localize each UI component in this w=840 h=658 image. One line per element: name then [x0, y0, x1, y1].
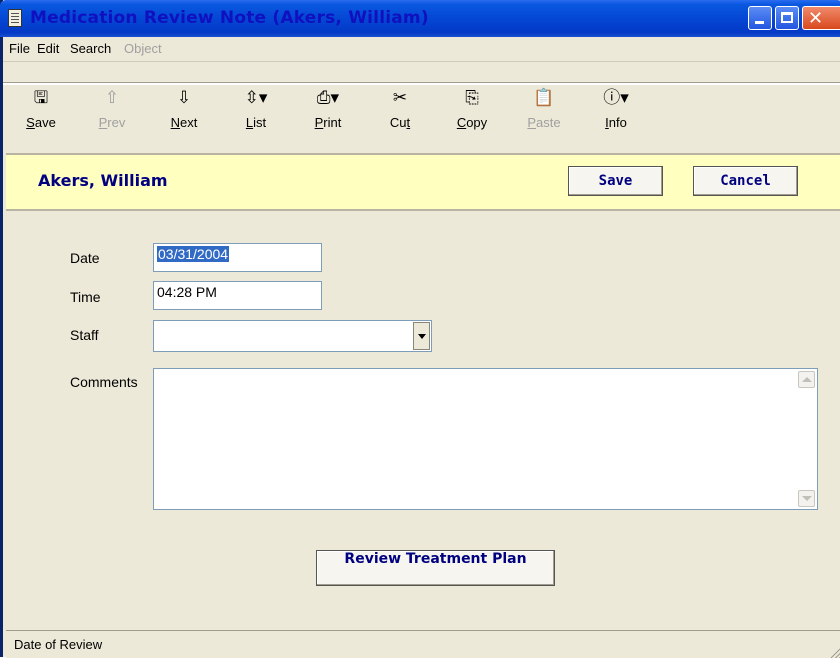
save-button[interactable]: Save [568, 166, 663, 196]
maximize-button[interactable] [775, 6, 799, 30]
list-icon: ⇳▾ [244, 88, 268, 108]
title-bar[interactable]: Medication Review Note (Akers, William) … [0, 0, 840, 37]
copy-icon: ⎘ [465, 88, 479, 108]
app-window: Medication Review Note (Akers, William) … [0, 0, 840, 658]
paste-icon: 📋 [533, 88, 555, 108]
toolbar-button-label: Prev [98, 115, 126, 130]
close-icon: ✕ [808, 8, 824, 29]
menu-bar: File Edit Search Object [3, 37, 840, 62]
toolbar-copy-button[interactable]: ⎘ Copy [449, 88, 495, 130]
cut-icon: ✂ [392, 88, 408, 108]
toolbar-cut-button[interactable]: ✂ Cut [377, 88, 423, 130]
menu-object: Object [124, 41, 162, 56]
time-label: Time [70, 289, 101, 305]
close-button[interactable]: ✕ [802, 6, 840, 30]
prev-arrow-icon: ⇧ [104, 88, 120, 108]
toolbar-save-button[interactable]: 🖫 Save [18, 88, 64, 130]
chevron-down-icon[interactable] [413, 322, 430, 350]
window-title: Medication Review Note (Akers, William) [30, 8, 429, 28]
comments-textarea[interactable] [153, 368, 818, 510]
minimize-icon [755, 21, 764, 24]
time-value: 04:28 PM [157, 284, 217, 300]
toolbar-button-label: Next [170, 115, 198, 130]
menu-search[interactable]: Search [70, 41, 111, 56]
status-text: Date of Review [14, 637, 103, 652]
staff-dropdown[interactable] [153, 320, 432, 352]
info-icon: ⓘ▾ [603, 88, 629, 108]
toolbar-button-label: Info [605, 115, 627, 130]
scroll-down-icon[interactable] [798, 490, 815, 507]
comments-label: Comments [70, 374, 138, 390]
toolbar-info-button[interactable]: ⓘ▾ Info [593, 88, 639, 130]
toolbar-button-label: Print [314, 115, 342, 130]
print-icon: ⎙▾ [316, 88, 340, 108]
toolbar-next-button[interactable]: ⇩ Next [161, 88, 207, 130]
toolbar-print-button[interactable]: ⎙▾ Print [305, 88, 351, 130]
toolbar-prev-button: ⇧ Prev [89, 88, 135, 130]
cancel-button[interactable]: Cancel [693, 166, 798, 196]
toolbar-button-label: List [245, 115, 267, 130]
menu-edit[interactable]: Edit [37, 41, 59, 56]
toolbar-paste-button: 📋 Paste [521, 88, 567, 130]
next-arrow-icon: ⇩ [176, 88, 192, 108]
resize-grip-icon[interactable] [829, 644, 840, 658]
maximize-icon [781, 12, 793, 23]
date-label: Date [70, 250, 100, 266]
toolbar-button-label: Paste [527, 115, 561, 130]
date-field[interactable]: 03/31/2004 [153, 243, 322, 272]
notepad-icon [8, 9, 22, 27]
minimize-button[interactable] [748, 6, 772, 30]
menu-file[interactable]: File [9, 41, 30, 56]
time-field[interactable]: 04:28 PM [153, 281, 322, 310]
patient-name: Akers, William [38, 171, 168, 190]
save-icon: 🖫 [33, 88, 49, 108]
date-value: 03/31/2004 [157, 246, 230, 262]
toolbar-button-label: Copy [456, 115, 488, 130]
toolbar-list-button[interactable]: ⇳▾ List [233, 88, 279, 130]
staff-label: Staff [70, 327, 99, 343]
toolbar-button-label: Cut [389, 115, 411, 130]
review-treatment-plan-button[interactable]: Review Treatment Plan [316, 550, 555, 586]
status-bar: Date of Review [6, 630, 840, 658]
scroll-up-icon[interactable] [798, 371, 815, 388]
toolbar-button-label: Save [26, 115, 56, 130]
